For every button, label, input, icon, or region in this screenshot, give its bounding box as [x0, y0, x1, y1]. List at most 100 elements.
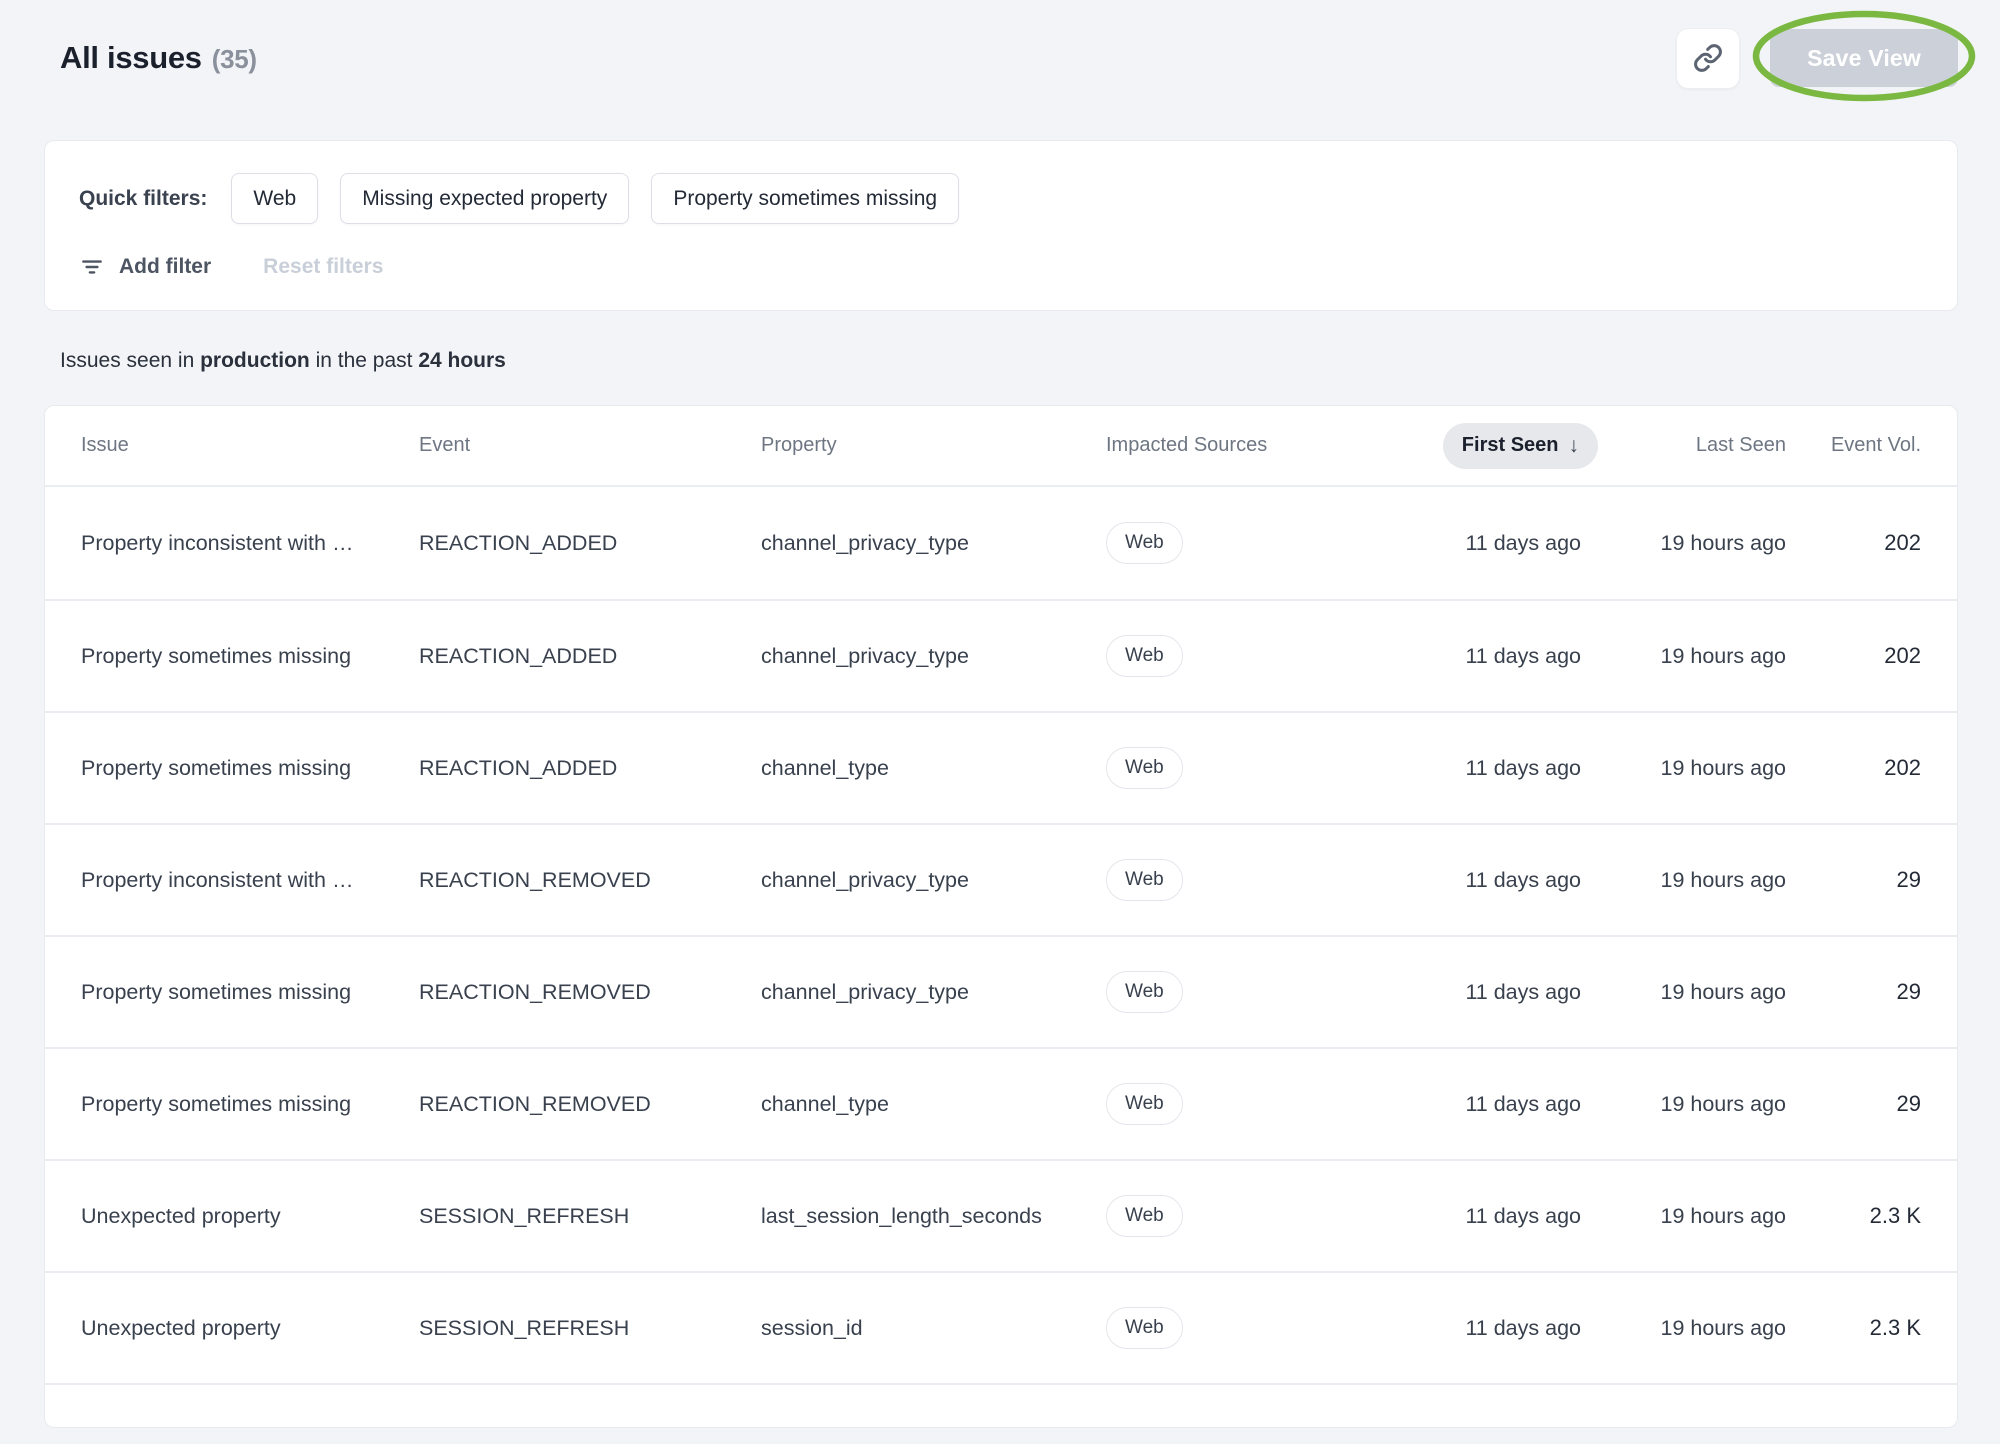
property-cell: channel_privacy_type	[761, 644, 1106, 669]
impacted-sources-cell: Web	[1106, 1195, 1381, 1237]
issue-cell: Property sometimes missing	[81, 756, 419, 781]
table-row[interactable]: Property sometimes missingREACTION_REMOV…	[45, 1047, 1957, 1159]
table-row[interactable]: Unexpected propertySESSION_REFRESHlast_s…	[45, 1159, 1957, 1271]
impacted-sources-cell: Web	[1106, 1307, 1381, 1349]
last-seen-cell: 19 hours ago	[1660, 531, 1786, 556]
last-seen-cell: 19 hours ago	[1660, 644, 1786, 669]
quick-filter-web[interactable]: Web	[231, 173, 318, 224]
source-badge: Web	[1106, 971, 1183, 1013]
top-bar: All issues (35) Save View	[0, 0, 2000, 110]
impacted-sources-cell: Web	[1106, 635, 1381, 677]
quick-filters-label: Quick filters:	[79, 187, 207, 211]
event-vol-cell: 29	[1897, 979, 1921, 1005]
sort-desc-icon: ↓	[1569, 434, 1580, 458]
first-seen-sort-pill[interactable]: First Seen ↓	[1443, 423, 1598, 469]
context-prefix: Issues seen in	[60, 349, 200, 372]
issue-cell: Property sometimes missing	[81, 1092, 419, 1117]
source-badge: Web	[1106, 859, 1183, 901]
issue-cell: Property sometimes missing	[81, 980, 419, 1005]
first-seen-cell: 11 days ago	[1465, 980, 1581, 1005]
table-body: Property inconsistent with …REACTION_ADD…	[45, 487, 1957, 1427]
source-badge: Web	[1106, 635, 1183, 677]
event-cell: REACTION_ADDED	[419, 531, 761, 556]
table-header-row: Issue Event Property Impacted Sources Fi…	[45, 406, 1957, 487]
first-seen-cell: 11 days ago	[1465, 1092, 1581, 1117]
first-seen-label: First Seen	[1462, 434, 1559, 457]
event-vol-cell: 202	[1884, 643, 1921, 669]
event-vol-cell: 2.3 K	[1870, 1203, 1921, 1229]
source-badge: Web	[1106, 1083, 1183, 1125]
copy-link-button[interactable]	[1676, 28, 1740, 89]
property-cell: channel_type	[761, 756, 1106, 781]
event-cell: SESSION_REFRESH	[419, 1316, 761, 1341]
table-row[interactable]: Property inconsistent with …REACTION_ADD…	[45, 487, 1957, 599]
last-seen-cell: 19 hours ago	[1660, 980, 1786, 1005]
context-middle: in the past	[310, 349, 419, 372]
last-seen-cell: 19 hours ago	[1660, 756, 1786, 781]
filter-actions-row: Add filter Reset filters	[79, 254, 1923, 280]
topbar-actions: Save View	[1676, 28, 1958, 89]
last-seen-cell: 19 hours ago	[1660, 1204, 1786, 1229]
column-header-last-seen[interactable]: Last Seen	[1696, 434, 1786, 457]
filter-icon	[79, 254, 105, 280]
impacted-sources-cell: Web	[1106, 971, 1381, 1013]
event-vol-cell: 2.3 K	[1870, 1315, 1921, 1341]
event-vol-cell: 29	[1897, 1091, 1921, 1117]
impacted-sources-cell: Web	[1106, 859, 1381, 901]
source-badge: Web	[1106, 1307, 1183, 1349]
first-seen-cell: 11 days ago	[1465, 868, 1581, 893]
last-seen-cell: 19 hours ago	[1660, 1092, 1786, 1117]
issue-cell: Property sometimes missing	[81, 644, 419, 669]
event-cell: REACTION_REMOVED	[419, 1092, 761, 1117]
quick-filter-property-sometimes-missing[interactable]: Property sometimes missing	[651, 173, 959, 224]
source-badge: Web	[1106, 747, 1183, 789]
table-row[interactable]: Property sometimes missingREACTION_REMOV…	[45, 935, 1957, 1047]
table-row-partial[interactable]	[45, 1383, 1957, 1427]
save-view-button[interactable]: Save View	[1770, 29, 1958, 87]
save-view-wrap: Save View	[1770, 29, 1958, 87]
first-seen-cell: 11 days ago	[1465, 531, 1581, 556]
quick-filter-missing-expected-property[interactable]: Missing expected property	[340, 173, 629, 224]
column-header-issue[interactable]: Issue	[81, 434, 419, 457]
column-header-impacted-sources[interactable]: Impacted Sources	[1106, 434, 1381, 457]
property-cell: channel_privacy_type	[761, 531, 1106, 556]
first-seen-cell: 11 days ago	[1465, 644, 1581, 669]
event-cell: REACTION_REMOVED	[419, 980, 761, 1005]
reset-filters-button[interactable]: Reset filters	[263, 255, 383, 279]
first-seen-cell: 11 days ago	[1465, 1316, 1581, 1341]
property-cell: last_session_length_seconds	[761, 1204, 1106, 1229]
issues-table: Issue Event Property Impacted Sources Fi…	[44, 405, 1958, 1428]
table-row[interactable]: Property sometimes missingREACTION_ADDED…	[45, 599, 1957, 711]
last-seen-cell: 19 hours ago	[1660, 868, 1786, 893]
property-cell: session_id	[761, 1316, 1106, 1341]
quick-filters-row: Quick filters: Web Missing expected prop…	[79, 173, 1923, 224]
last-seen-cell: 19 hours ago	[1660, 1316, 1786, 1341]
column-header-event[interactable]: Event	[419, 434, 761, 457]
first-seen-cell: 11 days ago	[1465, 1204, 1581, 1229]
source-badge: Web	[1106, 1195, 1183, 1237]
add-filter-button[interactable]: Add filter	[79, 254, 211, 280]
column-header-first-seen[interactable]: First Seen ↓	[1443, 423, 1581, 469]
context-range: 24 hours	[418, 349, 506, 372]
page-title-text: All issues	[60, 40, 202, 75]
source-badge: Web	[1106, 522, 1183, 564]
column-header-property[interactable]: Property	[761, 434, 1106, 457]
table-row[interactable]: Unexpected propertySESSION_REFRESHsessio…	[45, 1271, 1957, 1383]
event-vol-cell: 202	[1884, 755, 1921, 781]
event-cell: REACTION_ADDED	[419, 756, 761, 781]
column-header-event-vol[interactable]: Event Vol.	[1831, 434, 1921, 457]
link-icon	[1693, 43, 1723, 73]
event-cell: REACTION_REMOVED	[419, 868, 761, 893]
impacted-sources-cell: Web	[1106, 747, 1381, 789]
event-cell: SESSION_REFRESH	[419, 1204, 761, 1229]
add-filter-label: Add filter	[119, 255, 211, 279]
issue-count: (35)	[212, 44, 257, 74]
page-title: All issues (35)	[60, 40, 257, 76]
issues-context-line: Issues seen in production in the past 24…	[60, 349, 1958, 373]
impacted-sources-cell: Web	[1106, 1083, 1381, 1125]
table-row[interactable]: Property inconsistent with …REACTION_REM…	[45, 823, 1957, 935]
issue-cell: Property inconsistent with …	[81, 531, 419, 556]
property-cell: channel_type	[761, 1092, 1106, 1117]
table-row[interactable]: Property sometimes missingREACTION_ADDED…	[45, 711, 1957, 823]
event-vol-cell: 29	[1897, 867, 1921, 893]
